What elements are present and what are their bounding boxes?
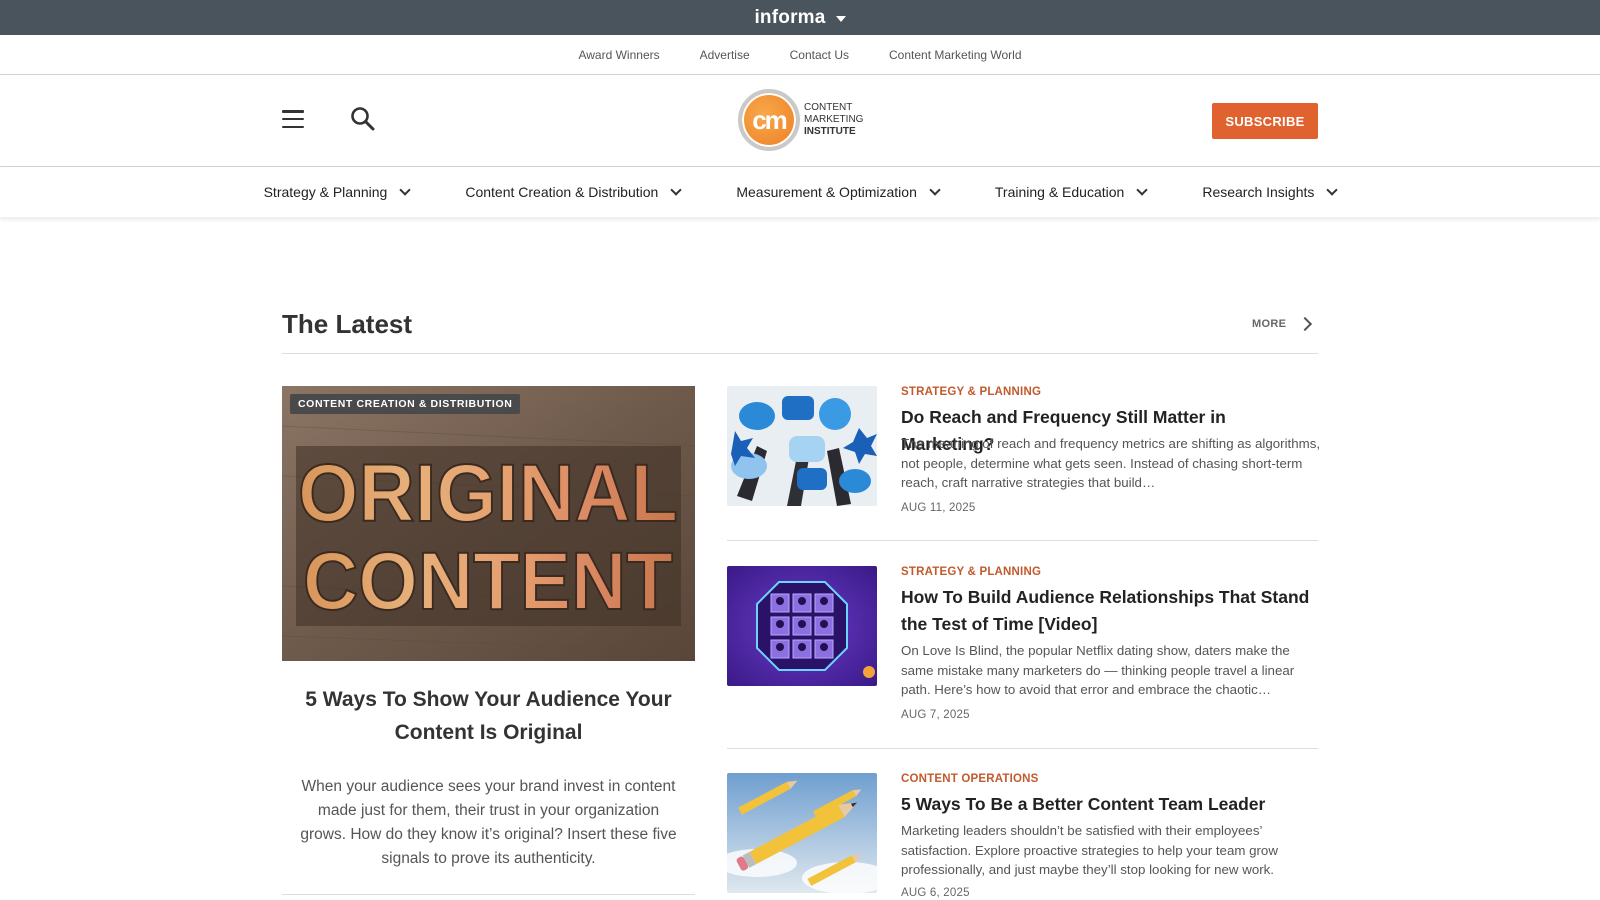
featured-image[interactable]: ORIGINAL CONTENT — [282, 386, 695, 661]
chevron-down-icon — [1326, 184, 1339, 196]
utility-link-award-winners[interactable]: Award Winners — [578, 48, 659, 62]
utility-link-content-marketing-world[interactable]: Content Marketing World — [889, 48, 1022, 62]
featured-image-text-line-2: CONTENT — [303, 536, 673, 627]
brand-line-3: INSTITUTE — [804, 126, 856, 137]
article-category[interactable]: STRATEGY & PLANNING — [901, 386, 1041, 398]
article-thumbnail[interactable] — [727, 566, 877, 686]
informa-logo-button[interactable]: informa — [754, 6, 846, 29]
site-header: cm CONTENT MARKETING INSTITUTE SUBSCRIBE — [0, 75, 1600, 167]
article-title[interactable]: 5 Ways To Be a Better Content Team Leade… — [901, 791, 1321, 818]
article-category[interactable]: STRATEGY & PLANNING — [901, 566, 1041, 578]
nav-item-measurement[interactable]: Measurement & Optimization — [708, 184, 967, 200]
brand-logo[interactable]: cm CONTENT MARKETING INSTITUTE — [738, 89, 863, 151]
chevron-down-icon — [929, 184, 941, 196]
brand-wordmark: CONTENT MARKETING INSTITUTE — [804, 102, 863, 138]
featured-category-tag[interactable]: CONTENT CREATION & DISTRIBUTION — [290, 394, 521, 414]
nav-item-research[interactable]: Research Insights — [1174, 184, 1364, 200]
informa-logo-text: informa — [754, 6, 826, 28]
nav-item-label: Strategy & Planning — [263, 184, 388, 200]
hamburger-menu-icon[interactable] — [282, 110, 304, 128]
chevron-right-icon — [1298, 316, 1313, 332]
article-category[interactable]: CONTENT OPERATIONS — [901, 773, 1039, 785]
utility-link-advertise[interactable]: Advertise — [700, 48, 750, 62]
article-description: On Love Is Blind, the popular Netflix da… — [901, 643, 1295, 697]
main-nav: Strategy & Planning Content Creation & D… — [0, 167, 1600, 217]
divider — [727, 540, 1318, 541]
article-description: The meaning of reach and frequency metri… — [901, 436, 1321, 490]
divider — [282, 353, 1318, 354]
featured-image-text-line-1: ORIGINAL — [298, 448, 678, 539]
section-title: The Latest — [282, 309, 413, 339]
article-thumbnail[interactable] — [727, 773, 877, 893]
caret-down-icon — [835, 15, 846, 22]
nav-item-label: Training & Education — [994, 184, 1125, 200]
nav-item-content-creation[interactable]: Content Creation & Distribution — [437, 184, 708, 200]
search-icon[interactable] — [350, 106, 376, 132]
divider — [727, 748, 1318, 749]
nav-item-label: Research Insights — [1202, 184, 1315, 200]
brand-line-2: MARKETING — [804, 114, 864, 125]
chevron-down-icon — [399, 184, 412, 196]
nav-item-label: Content Creation & Distribution — [465, 184, 659, 200]
chevron-down-icon — [1136, 184, 1148, 196]
more-label: MORE — [1252, 318, 1287, 330]
article-thumbnail[interactable] — [727, 386, 877, 506]
article-description: Marketing leaders shouldn’t be satisfied… — [901, 823, 1278, 877]
chevron-down-icon — [670, 184, 683, 196]
utility-nav: Award Winners Advertise Contact Us Conte… — [0, 35, 1600, 75]
nav-item-training[interactable]: Training & Education — [967, 184, 1174, 200]
featured-title[interactable]: 5 Ways To Show Your Audience Your Conten… — [296, 683, 681, 749]
divider — [282, 894, 695, 895]
nav-item-strategy-planning[interactable]: Strategy & Planning — [236, 184, 438, 200]
brand-line-1: CONTENT — [804, 102, 853, 113]
more-link[interactable]: MORE — [1252, 316, 1313, 332]
nav-item-label: Measurement & Optimization — [736, 184, 917, 200]
featured-description: When your audience sees your brand inves… — [300, 778, 677, 867]
article-date: AUG 11, 2025 — [901, 502, 976, 514]
article-date: AUG 7, 2025 — [901, 709, 970, 721]
utility-link-contact-us[interactable]: Contact Us — [790, 48, 849, 62]
informa-bar: informa — [0, 0, 1600, 35]
brand-badge: cm — [738, 89, 800, 151]
article-title[interactable]: How To Build Audience Relationships That… — [901, 584, 1321, 638]
article-date: AUG 6, 2025 — [901, 887, 970, 899]
subscribe-button[interactable]: SUBSCRIBE — [1212, 103, 1318, 139]
